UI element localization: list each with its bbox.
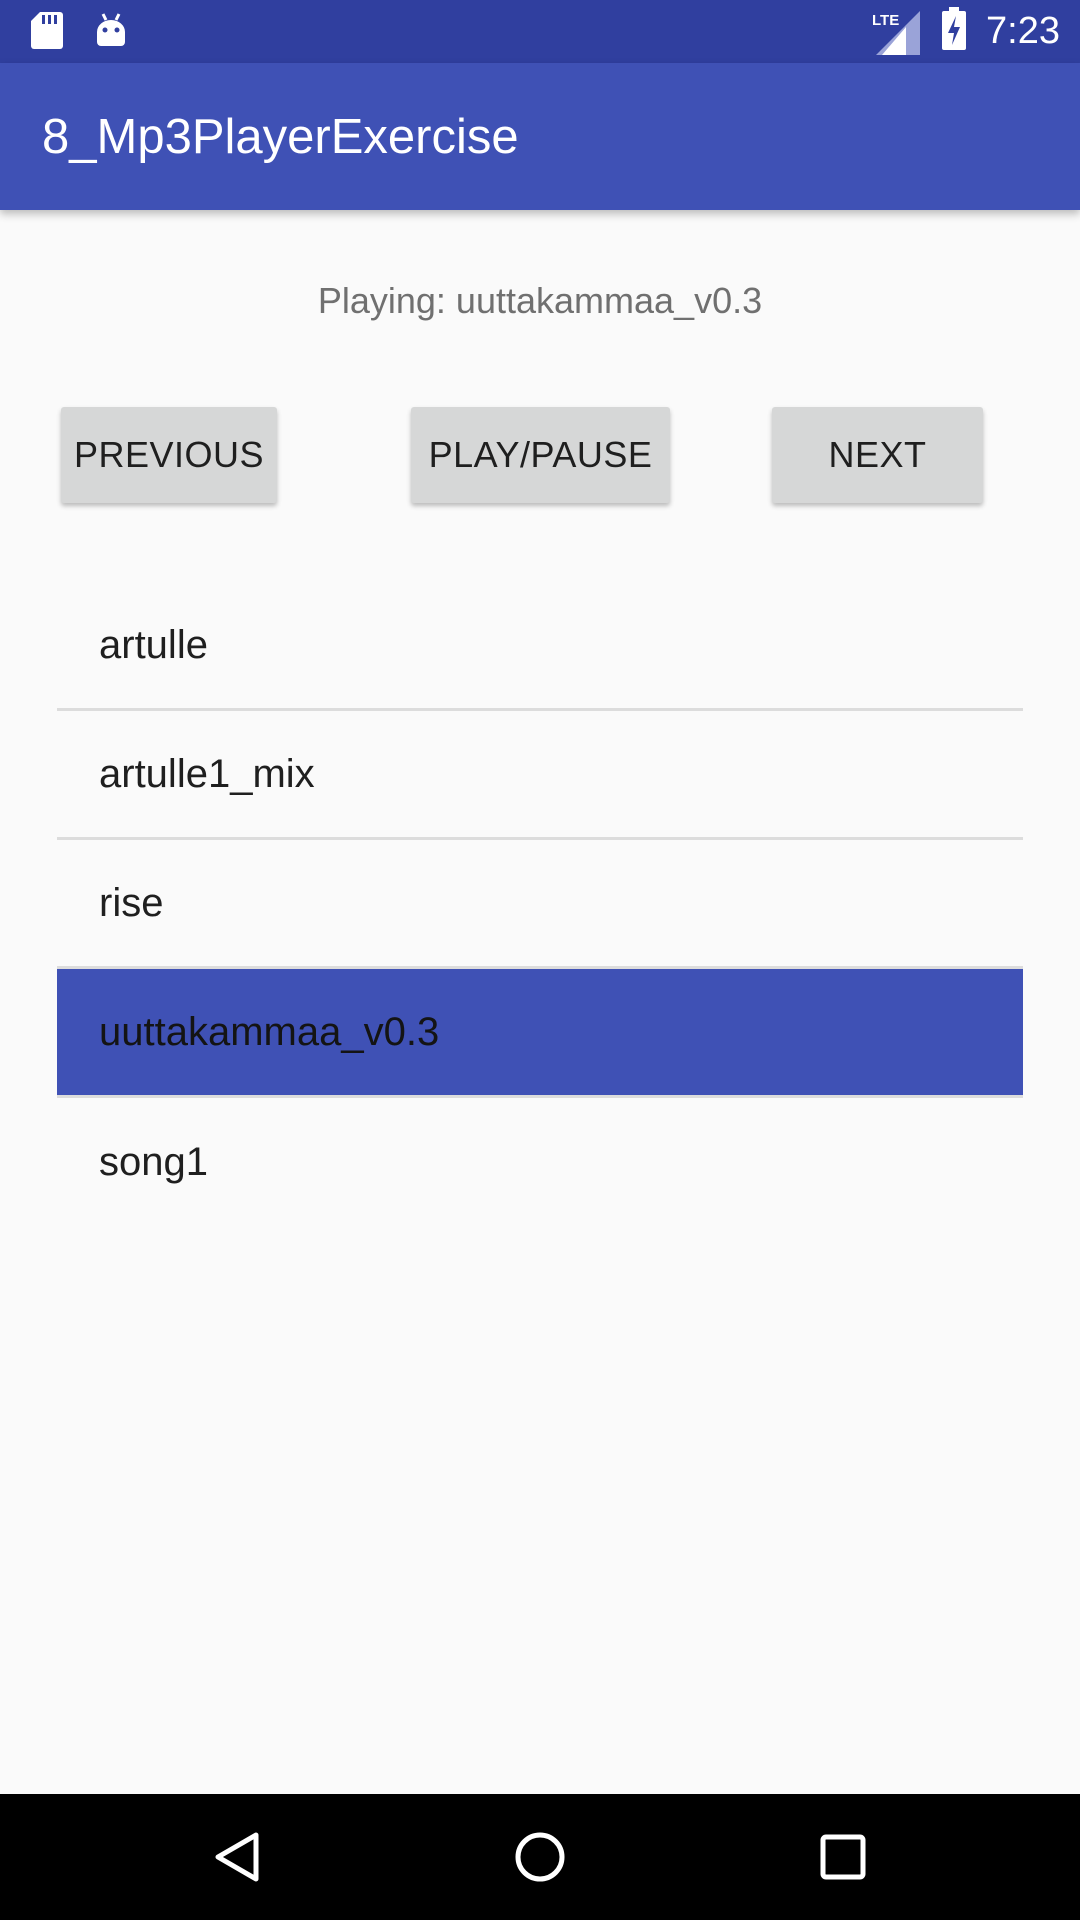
song-list: artulle artulle1_mix rise uuttakammaa_v0… [57,582,1023,1227]
app-title: 8_Mp3PlayerExercise [42,110,519,164]
navigation-bar [0,1794,1080,1920]
app-screen: LTE 7:23 8_Mp3PlayerExercise Playing: uu… [0,0,1080,1920]
recent-apps-icon[interactable] [808,1822,878,1892]
now-playing-label: Playing: uuttakammaa_v0.3 [317,280,763,321]
android-icon [94,10,128,55]
battery-charging-icon [940,7,968,56]
home-icon[interactable] [505,1822,575,1892]
network-type-label: LTE [872,12,899,29]
previous-button[interactable]: PREVIOUS [61,407,277,503]
status-time: 7:23 [986,10,1060,52]
signal-icon: LTE [872,7,922,57]
song-item-artulle[interactable]: artulle [57,582,1023,711]
song-item-rise[interactable]: rise [57,840,1023,969]
song-item-uuttakammaa-selected[interactable]: uuttakammaa_v0.3 [57,969,1023,1098]
app-bar: 8_Mp3PlayerExercise [0,63,1080,210]
next-button[interactable]: NEXT [772,407,983,503]
sd-card-icon [30,10,64,55]
play-pause-button[interactable]: PLAY/PAUSE [411,407,670,503]
back-icon[interactable] [203,1822,273,1892]
song-item-artulle1-mix[interactable]: artulle1_mix [57,711,1023,840]
status-bar: LTE 7:23 [0,0,1080,63]
song-item-song1[interactable]: song1 [57,1098,1023,1227]
